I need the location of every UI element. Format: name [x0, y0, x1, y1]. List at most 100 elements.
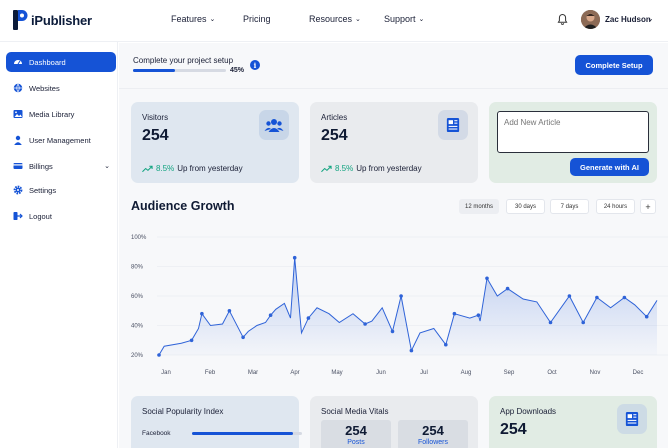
chart-point[interactable]: [399, 294, 403, 298]
new-article-input[interactable]: [497, 111, 649, 153]
visitors-value: 254: [142, 127, 169, 144]
chart-point[interactable]: [622, 295, 627, 300]
user-icon: [14, 135, 22, 145]
app-downloads-card: App Downloads 254: [489, 396, 657, 448]
app-downloads-value: 254: [500, 421, 527, 438]
generate-with-ai-button[interactable]: Generate with AI: [570, 158, 649, 176]
sidebar-item-label: Settings: [29, 185, 57, 195]
chevron-down-icon: ⌄: [418, 16, 425, 23]
chart-x-tick: Dec: [633, 370, 644, 376]
chart-x-tick: Jan: [161, 370, 171, 376]
sidebar-item-label: Dashboard: [29, 57, 66, 67]
newspaper-icon: [617, 404, 647, 434]
chart-point[interactable]: [485, 276, 489, 281]
chevron-down-icon: ⌄: [209, 16, 216, 23]
setup-progress-bar: [133, 69, 226, 72]
chart-y-tick: 100%: [131, 235, 147, 241]
chart-point[interactable]: [390, 329, 395, 334]
articles-label: Articles: [321, 113, 348, 122]
chart-point[interactable]: [476, 313, 481, 317]
audience-growth-title: Audience Growth: [131, 199, 235, 213]
range-7-days[interactable]: 7 days: [550, 199, 589, 214]
sidebar-item-label: Billings: [29, 161, 53, 171]
chart-point[interactable]: [189, 338, 194, 343]
logout-icon: [13, 212, 23, 220]
chart-point[interactable]: [409, 348, 414, 353]
complete-setup-button[interactable]: Complete Setup: [575, 55, 653, 75]
nav-resources[interactable]: Resources ⌄: [309, 14, 361, 24]
chart-x-tick: Jul: [420, 370, 428, 376]
articles-card: Articles 254 8.5% Up from yesterday: [310, 102, 478, 183]
chart-point[interactable]: [363, 322, 367, 326]
sidebar-item-billings[interactable]: Billings ⌄: [6, 156, 116, 176]
chart-point[interactable]: [595, 295, 599, 300]
chart-point[interactable]: [505, 286, 510, 291]
chart-x-tick: Sep: [504, 370, 515, 376]
chart-y-tick: 20%: [131, 353, 144, 359]
add-range-button[interactable]: +: [640, 199, 656, 214]
trend-up-icon: [142, 165, 153, 172]
facebook-bar: [192, 432, 302, 435]
chart-area-fill: [159, 257, 657, 355]
chart-y-tick: 60%: [131, 294, 144, 300]
info-icon[interactable]: i: [250, 60, 260, 70]
chart-x-tick: Apr: [290, 370, 299, 376]
globe-icon: [13, 83, 23, 93]
sidebar-item-logout[interactable]: Logout: [6, 206, 116, 226]
nav-pricing[interactable]: Pricing: [243, 14, 271, 24]
chart-point[interactable]: [567, 294, 572, 298]
nav-support-label: Support: [384, 14, 416, 24]
chart-x-tick: Feb: [205, 370, 216, 376]
sidebar-item-dashboard[interactable]: Dashboard: [6, 52, 116, 72]
range-12-months[interactable]: 12 months: [459, 199, 499, 214]
user-name[interactable]: Zac Hudson: [605, 15, 651, 24]
chart-x-tick: Oct: [547, 370, 557, 376]
avatar[interactable]: [581, 10, 600, 29]
chart-point[interactable]: [581, 320, 585, 325]
visitors-trend-text: Up from yesterday: [177, 164, 243, 173]
setup-progress-percent: 45%: [230, 67, 245, 74]
chart-point[interactable]: [548, 320, 553, 325]
avatar-image: [581, 10, 600, 29]
chart-point[interactable]: [452, 311, 457, 316]
nav-pricing-label: Pricing: [243, 14, 271, 24]
sidebar-item-websites[interactable]: Websites: [6, 78, 116, 98]
chart-point[interactable]: [227, 309, 232, 313]
articles-trend: 8.5% Up from yesterday: [321, 164, 422, 173]
chart-x-tick: Aug: [461, 370, 472, 376]
articles-value: 254: [321, 127, 348, 144]
range-30-days[interactable]: 30 days: [506, 199, 545, 214]
users-icon: [259, 110, 289, 140]
chevron-down-icon[interactable]: ⌄: [647, 14, 654, 23]
setup-title: Complete your project setup: [133, 56, 234, 65]
logo-icon: [13, 10, 28, 30]
sidebar-item-user-management[interactable]: User Management: [6, 130, 116, 150]
sidebar-item-media-library[interactable]: Media Library: [6, 104, 116, 124]
chart-point[interactable]: [268, 313, 273, 317]
social-media-vitals-card: Social Media Vitals 254 Posts 254 Follow…: [310, 396, 478, 448]
social-media-vitals-title: Social Media Vitals: [321, 407, 389, 416]
bell-icon[interactable]: [556, 13, 569, 26]
range-24-hours[interactable]: 24 hours: [596, 199, 635, 214]
nav-support[interactable]: Support ⌄: [384, 14, 424, 24]
chart-point[interactable]: [444, 342, 448, 347]
visitors-label: Visitors: [142, 113, 169, 122]
chart-point[interactable]: [157, 353, 161, 357]
chart-point[interactable]: [644, 314, 649, 319]
logo[interactable]: iPublisher: [13, 10, 92, 30]
sidebar-item-settings[interactable]: Settings: [6, 180, 116, 200]
chevron-down-icon: ⌄: [104, 163, 110, 170]
chart-point[interactable]: [292, 255, 297, 260]
chart-point[interactable]: [200, 311, 204, 316]
chart-point[interactable]: [241, 335, 245, 340]
posts-label: Posts: [347, 439, 365, 446]
chart-y-tick: 80%: [131, 265, 144, 271]
articles-trend-percent: 8.5%: [335, 164, 354, 173]
chart-point[interactable]: [306, 316, 311, 320]
nav-features[interactable]: Features ⌄: [171, 14, 215, 24]
chart-y-tick: 40%: [131, 324, 144, 330]
posts-value: 254: [345, 423, 367, 438]
billing-icon: [13, 163, 23, 169]
main-content: Complete your project setup 45% i Comple…: [119, 43, 668, 448]
chart-x-tick: May: [331, 370, 342, 376]
